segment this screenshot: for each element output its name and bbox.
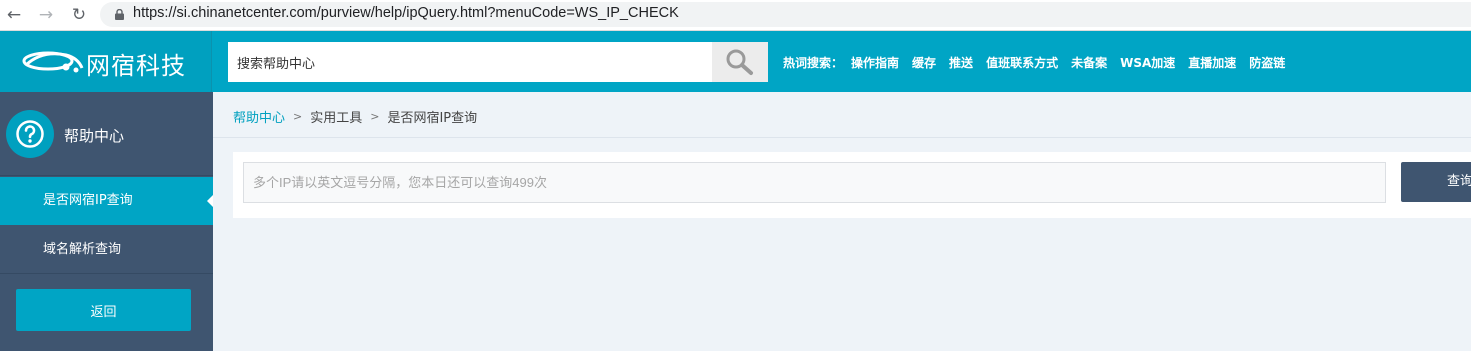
sidebar-header: 帮助中心 <box>0 92 213 176</box>
reload-icon[interactable]: ↻ <box>68 4 90 26</box>
browser-toolbar: ← → ↻ https://si.chinanetcenter.com/purv… <box>0 0 1471 31</box>
hot-link-anti-leech[interactable]: 防盗链 <box>1249 54 1285 71</box>
sidebar: 帮助中心 是否网宿IP查询 域名解析查询 返回 <box>0 92 213 351</box>
breadcrumb-home[interactable]: 帮助中心 <box>233 107 285 126</box>
hot-link-live-acceleration[interactable]: 直播加速 <box>1188 54 1236 71</box>
sidebar-item-ip-query[interactable]: 是否网宿IP查询 <box>0 177 213 225</box>
hot-link-cache[interactable]: 缓存 <box>912 54 936 71</box>
hot-search-bar: 热词搜索： 操作指南 缓存 推送 值班联系方式 未备案 WSA加速 直播加速 防… <box>783 54 1298 71</box>
logo-text: 网宿科技 <box>86 52 186 80</box>
hot-link-duty-contact[interactable]: 值班联系方式 <box>986 54 1058 71</box>
search-button[interactable] <box>712 42 768 82</box>
hot-link-wsa[interactable]: WSA加速 <box>1120 54 1175 71</box>
sidebar-item-dns-query[interactable]: 域名解析查询 <box>0 226 213 274</box>
breadcrumb: 帮助中心 > 实用工具 > 是否网宿IP查询 <box>233 107 477 126</box>
divider <box>213 137 1471 138</box>
hot-link-push[interactable]: 推送 <box>949 54 973 71</box>
breadcrumb-category: 实用工具 <box>310 111 363 126</box>
back-arrow-icon[interactable]: ← <box>3 4 25 26</box>
hot-link-unregistered[interactable]: 未备案 <box>1071 54 1107 71</box>
hot-link-operation-guide[interactable]: 操作指南 <box>851 54 899 71</box>
help-circle-icon <box>6 110 54 158</box>
sidebar-title: 帮助中心 <box>64 127 125 145</box>
ip-query-panel: 查询 <box>233 152 1471 218</box>
logo[interactable]: 网宿科技 <box>0 31 212 92</box>
query-button[interactable]: 查询 <box>1401 162 1471 202</box>
address-bar[interactable]: https://si.chinanetcenter.com/purview/he… <box>100 2 1471 27</box>
site-header: 网宿科技 热词搜索： 操作指南 缓存 推送 值班联系方式 未备案 WSA加速 直… <box>0 31 1471 92</box>
breadcrumb-separator: > <box>370 110 380 123</box>
breadcrumb-current: 是否网宿IP查询 <box>387 111 478 126</box>
breadcrumb-separator: > <box>293 110 303 123</box>
hot-search-label: 热词搜索： <box>783 56 844 70</box>
ip-input[interactable] <box>243 162 1386 203</box>
search-icon <box>726 49 753 75</box>
lock-icon <box>115 9 124 20</box>
url-text: https://si.chinanetcenter.com/purview/he… <box>133 5 679 21</box>
forward-arrow-icon[interactable]: → <box>35 4 57 26</box>
help-search-input[interactable] <box>228 42 712 82</box>
back-button[interactable]: 返回 <box>16 289 191 331</box>
logo-mark-icon <box>22 51 84 73</box>
